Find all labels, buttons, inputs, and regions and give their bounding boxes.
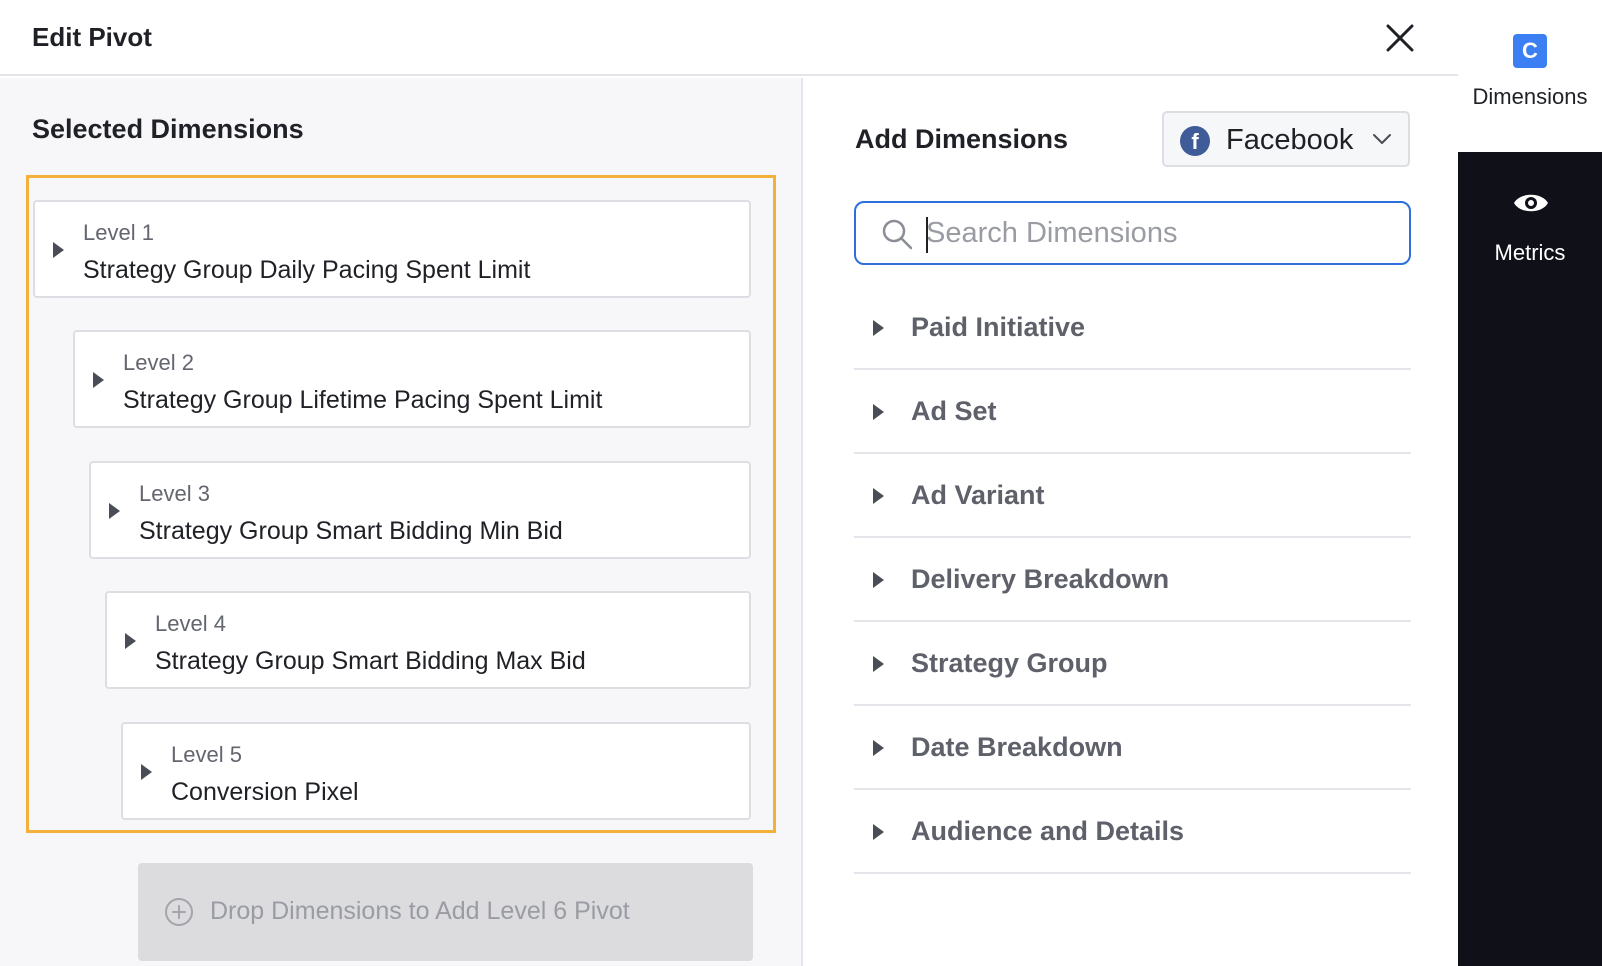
- level-dimension-name: Strategy Group Smart Bidding Min Bid: [139, 517, 563, 545]
- channel-dropdown[interactable]: f Facebook: [1162, 111, 1410, 167]
- expand-caret-icon[interactable]: [873, 488, 884, 504]
- expand-caret-icon[interactable]: [873, 656, 884, 672]
- expand-caret-icon[interactable]: [53, 242, 64, 258]
- dimension-group-list: Paid Initiative Ad Set Ad Variant Delive…: [854, 286, 1411, 874]
- tab-dimensions[interactable]: C Dimensions: [1458, 0, 1602, 152]
- expand-caret-icon[interactable]: [93, 372, 104, 388]
- dimensions-icon: C: [1513, 34, 1547, 68]
- dimension-group-date-breakdown[interactable]: Date Breakdown: [854, 706, 1411, 790]
- search-icon: [882, 219, 913, 250]
- level-label: Level 3: [139, 481, 210, 506]
- level-card-3[interactable]: Level 3 Strategy Group Smart Bidding Min…: [89, 461, 751, 559]
- level-dimension-name: Strategy Group Lifetime Pacing Spent Lim…: [123, 386, 603, 414]
- expand-caret-icon[interactable]: [141, 764, 152, 780]
- expand-caret-icon[interactable]: [873, 404, 884, 420]
- tab-dimensions-label: Dimensions: [1472, 84, 1588, 109]
- add-level-drop-target[interactable]: Drop Dimensions to Add Level 6 Pivot: [138, 863, 753, 961]
- dimension-group-ad-set[interactable]: Ad Set: [854, 370, 1411, 454]
- level-label: Level 4: [155, 611, 226, 636]
- level-dimension-name: Conversion Pixel: [171, 778, 359, 806]
- dimension-group-strategy-group[interactable]: Strategy Group: [854, 622, 1411, 706]
- text-cursor: [926, 217, 928, 253]
- level-card-4[interactable]: Level 4 Strategy Group Smart Bidding Max…: [105, 591, 751, 689]
- search-input[interactable]: [926, 213, 1396, 253]
- add-circle-icon: [165, 898, 193, 926]
- drop-target-label: Drop Dimensions to Add Level 6 Pivot: [210, 897, 630, 925]
- dimension-group-ad-variant[interactable]: Ad Variant: [854, 454, 1411, 538]
- page-title: Edit Pivot: [32, 22, 152, 52]
- tab-metrics-label: Metrics: [1494, 240, 1566, 265]
- facebook-icon: f: [1180, 126, 1210, 156]
- expand-caret-icon[interactable]: [873, 320, 884, 336]
- dimension-group-paid-initiative[interactable]: Paid Initiative: [854, 286, 1411, 370]
- expand-caret-icon[interactable]: [109, 503, 120, 519]
- modal-header: Edit Pivot: [0, 0, 1458, 76]
- level-dimension-name: Strategy Group Daily Pacing Spent Limit: [83, 256, 531, 284]
- dimension-search-box[interactable]: [854, 201, 1411, 265]
- selected-dimensions-panel: Selected Dimensions Level 1 Strategy Gro…: [0, 78, 803, 966]
- dimension-group-label: Ad Set: [911, 396, 997, 426]
- level-dimension-name: Strategy Group Smart Bidding Max Bid: [155, 647, 586, 675]
- level-label: Level 1: [83, 220, 154, 245]
- level-card-5[interactable]: Level 5 Conversion Pixel: [121, 722, 751, 820]
- dimension-group-label: Paid Initiative: [911, 312, 1086, 342]
- dimension-group-audience-and-details[interactable]: Audience and Details: [854, 790, 1411, 874]
- dimension-group-label: Delivery Breakdown: [911, 564, 1170, 594]
- level-label: Level 2: [123, 350, 194, 375]
- selected-dimensions-title: Selected Dimensions: [32, 114, 304, 144]
- expand-caret-icon[interactable]: [873, 740, 884, 756]
- side-rail: C Dimensions Metrics: [1458, 0, 1602, 966]
- level-card-2[interactable]: Level 2 Strategy Group Lifetime Pacing S…: [73, 330, 751, 428]
- selected-levels-dropzone[interactable]: Level 1 Strategy Group Daily Pacing Spen…: [26, 175, 776, 833]
- expand-caret-icon[interactable]: [873, 824, 884, 840]
- dimension-group-label: Audience and Details: [911, 816, 1185, 846]
- level-label: Level 5: [171, 742, 242, 767]
- channel-dropdown-value: Facebook: [1226, 124, 1354, 156]
- level-card-1[interactable]: Level 1 Strategy Group Daily Pacing Spen…: [33, 200, 751, 298]
- dimension-group-delivery-breakdown[interactable]: Delivery Breakdown: [854, 538, 1411, 622]
- expand-caret-icon[interactable]: [873, 572, 884, 588]
- add-dimensions-panel: Add Dimensions f Facebook Paid Initiativ…: [805, 78, 1458, 966]
- expand-caret-icon[interactable]: [125, 633, 136, 649]
- dimension-group-label: Strategy Group: [911, 648, 1108, 678]
- tab-metrics[interactable]: Metrics: [1458, 152, 1602, 302]
- chevron-down-icon: [1373, 134, 1391, 144]
- dimension-group-label: Ad Variant: [911, 480, 1045, 510]
- eye-icon: [1514, 194, 1548, 212]
- close-icon[interactable]: [1382, 20, 1418, 56]
- dimension-group-label: Date Breakdown: [911, 732, 1123, 762]
- add-dimensions-title: Add Dimensions: [855, 124, 1069, 154]
